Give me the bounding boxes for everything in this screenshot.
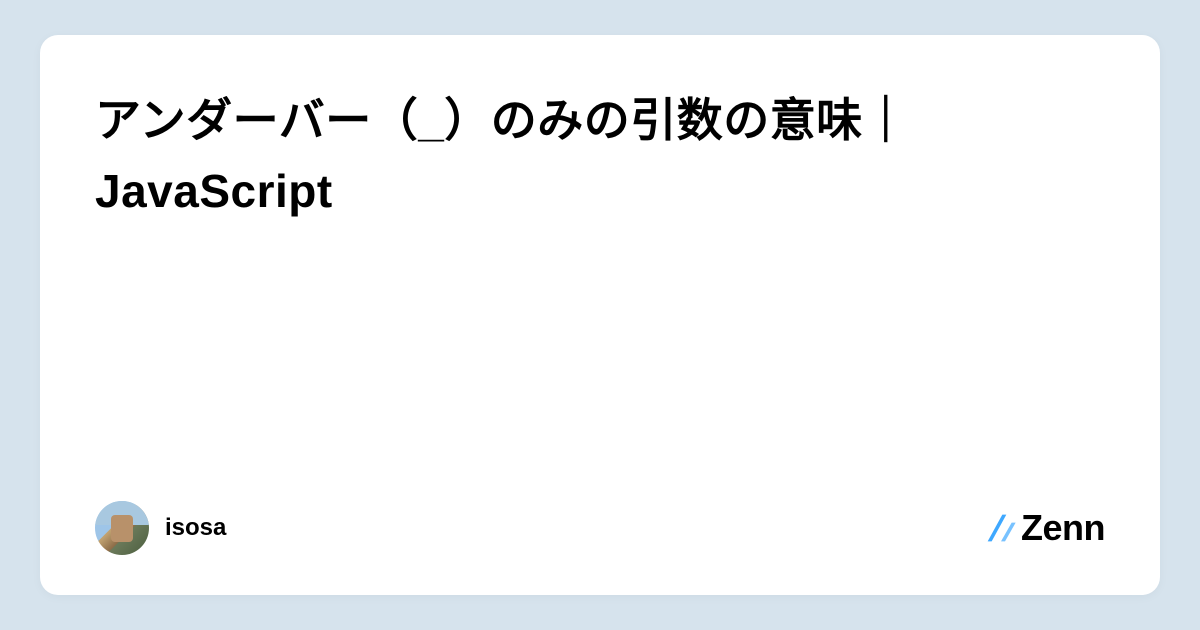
author-block: isosa bbox=[95, 501, 226, 555]
card-footer: isosa Zenn bbox=[95, 501, 1105, 555]
brand-logo: Zenn bbox=[985, 507, 1105, 549]
author-avatar bbox=[95, 501, 149, 555]
zenn-icon bbox=[985, 512, 1017, 544]
article-title: アンダーバー（_）のみの引数の意味｜ JavaScript bbox=[95, 85, 1105, 228]
brand-name: Zenn bbox=[1021, 507, 1105, 549]
author-name: isosa bbox=[165, 514, 226, 542]
social-card: アンダーバー（_）のみの引数の意味｜ JavaScript isosa Zenn bbox=[40, 35, 1160, 595]
